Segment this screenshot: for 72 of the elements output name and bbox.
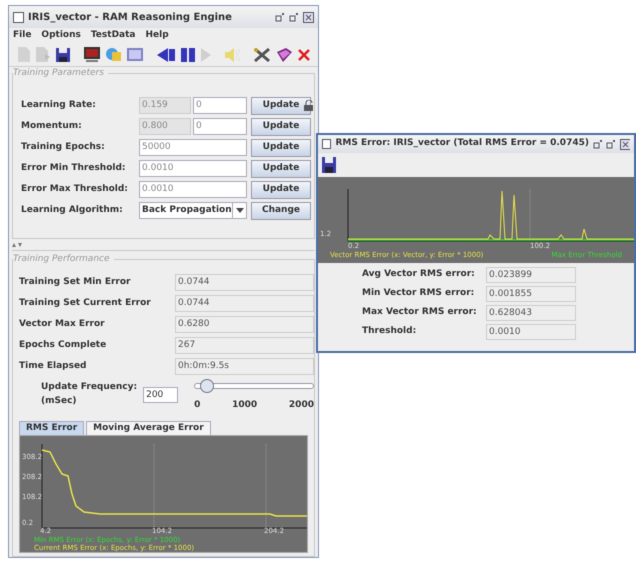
menu-item[interactable]: Help xyxy=(146,28,169,42)
lock-icon[interactable] xyxy=(303,100,315,112)
readonly-field: 0.159 xyxy=(139,97,191,114)
tools-icon[interactable] xyxy=(253,46,270,62)
field-label: Training Set Min Error xyxy=(19,276,132,289)
window-icon xyxy=(322,139,332,149)
field-label: Error Max Threshold: xyxy=(21,182,129,196)
input-field[interactable]: 0 xyxy=(193,97,247,114)
field-label: Max Vector RMS error: xyxy=(362,306,478,320)
pause-icon[interactable] xyxy=(180,46,195,62)
field-label: Min Vector RMS error: xyxy=(362,287,476,300)
window-icon xyxy=(13,12,24,22)
unit-label: (mSec) xyxy=(41,394,78,408)
field-label: Error Min Threshold: xyxy=(21,162,127,175)
readonly-field: 0.023899 xyxy=(486,267,576,283)
algorithm-dropdown[interactable]: Back Propagation xyxy=(139,202,247,219)
readonly-field: 0.001855 xyxy=(486,286,576,302)
input-field[interactable]: 0 xyxy=(193,118,247,135)
field-label: Momentum: xyxy=(21,120,83,133)
window-title: RMS Error: IRIS_vector (Total RMS Error = 0.0745) xyxy=(335,137,589,150)
readonly-field: 0.0010 xyxy=(486,324,576,340)
readonly-field: 0.6280 xyxy=(175,316,314,333)
update-button[interactable]: Change xyxy=(251,202,311,220)
maximize-icon[interactable] xyxy=(289,12,299,22)
readonly-field: 267 xyxy=(175,337,314,354)
tick-label: 1000 xyxy=(232,399,258,412)
input-field[interactable]: 0.0010 xyxy=(139,181,247,198)
minimize-icon[interactable] xyxy=(592,139,602,149)
chart-tab[interactable]: Moving Average Error xyxy=(86,420,211,434)
field-label: Time Elapsed xyxy=(19,360,88,373)
field-label: Training Set Current Error xyxy=(19,296,152,310)
field-label: Learning Algorithm: xyxy=(21,204,124,217)
field-label: Epochs Complete xyxy=(19,338,108,352)
dropdown-arrow-icon[interactable] xyxy=(236,208,244,213)
slider-thumb[interactable] xyxy=(200,379,214,393)
panel-icon[interactable] xyxy=(126,47,144,62)
monitor-icon[interactable] xyxy=(82,46,100,63)
input-field[interactable]: 50000 xyxy=(139,139,247,156)
readonly-field: 0.800 xyxy=(139,118,191,135)
input-field[interactable]: 200 xyxy=(143,387,178,403)
close-icon[interactable] xyxy=(620,138,630,150)
readonly-field: 0.0744 xyxy=(175,274,314,291)
field-label: Avg Vector RMS error: xyxy=(362,268,476,282)
close-icon[interactable] xyxy=(303,12,314,22)
readonly-field: 0h:0m:9.5s xyxy=(175,358,314,375)
update-button[interactable]: Update xyxy=(251,180,311,198)
close-icon[interactable] xyxy=(296,48,310,62)
tick-label: 2000 xyxy=(288,399,314,412)
chart-tab[interactable]: RMS Error xyxy=(19,420,84,434)
menu-item[interactable]: Options xyxy=(41,28,81,42)
readonly-field: 0.0744 xyxy=(175,295,314,312)
minimize-icon[interactable] xyxy=(275,12,285,22)
readonly-field: 0.628043 xyxy=(486,305,576,321)
window-title: IRIS_vector - RAM Reasoning Engine xyxy=(28,10,233,24)
update-button[interactable]: Update xyxy=(251,138,311,156)
field-label: Update Frequency: xyxy=(41,381,138,394)
update-button[interactable]: Update xyxy=(251,160,311,178)
maximize-icon[interactable] xyxy=(606,139,616,149)
field-label: Threshold: xyxy=(362,325,418,338)
save-icon[interactable] xyxy=(54,46,70,62)
field-label: Vector Max Error xyxy=(19,318,106,331)
field-label: Training Epochs: xyxy=(21,140,106,154)
menu-item[interactable]: TestData xyxy=(90,28,136,42)
update-button[interactable]: Update xyxy=(251,96,311,114)
rewind-icon[interactable] xyxy=(156,46,175,62)
save-icon[interactable] xyxy=(321,156,337,174)
input-field[interactable]: 0.0010 xyxy=(139,160,247,177)
field-label: Learning Rate: xyxy=(21,98,97,112)
tick-label: 0 xyxy=(194,399,200,412)
update-button[interactable]: Update xyxy=(251,118,311,136)
splitter-arrows-icon[interactable] xyxy=(12,242,22,248)
menu-item[interactable]: File xyxy=(13,28,32,42)
